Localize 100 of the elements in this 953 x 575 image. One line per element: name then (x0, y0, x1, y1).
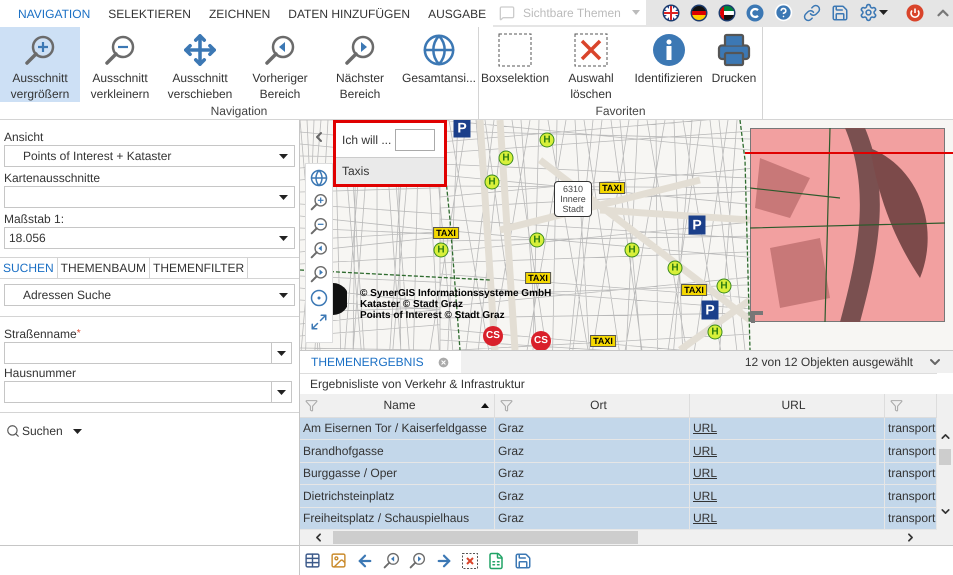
table-cell-text: Graz (498, 420, 524, 438)
ribbon-tab[interactable]: SELEKTIEREN (99, 4, 200, 22)
attribution-text: Points of Interest © Stadt Graz (360, 310, 506, 321)
ribbon-button[interactable]: Auswahl löschen (551, 27, 631, 102)
ribbon-button[interactable]: Boxselektion (479, 27, 551, 102)
table-cell-text: transport (888, 442, 936, 460)
table-row[interactable]: Brandhofgasse Graz URL transport (300, 440, 937, 463)
select-field[interactable]: Points of Interest + Kataster (4, 145, 295, 167)
field-label: Kartenausschnitte (4, 170, 102, 186)
c-logo-icon[interactable] (746, 4, 764, 22)
column-header[interactable]: URL (690, 394, 885, 417)
field-label: Ansicht (4, 129, 44, 145)
table-cell-text: transport (888, 510, 936, 528)
search-button[interactable]: Suchen (6, 422, 63, 440)
settings-icon (859, 3, 878, 22)
table-cell-text: transport (888, 420, 936, 438)
popup-option[interactable]: Taxis (336, 158, 444, 184)
caret-icon (632, 10, 640, 15)
parking-marker: P (688, 216, 706, 234)
select-field[interactable] (4, 186, 295, 208)
ribbon-button[interactable]: Vorheriger Bereich (240, 27, 320, 102)
zoom-in-icon (310, 193, 328, 211)
caret-icon (277, 390, 286, 394)
table-row[interactable]: Burggasse / Oper Graz URL transport (300, 462, 937, 486)
combo-field[interactable] (4, 381, 292, 403)
german-flag-icon[interactable] (690, 4, 708, 22)
magnifier-right-icon (344, 34, 376, 66)
link-icon[interactable] (803, 4, 821, 22)
table-cell-text: Brandhofgasse (303, 442, 384, 460)
popup-label: Ich will ... (342, 132, 392, 149)
excel-export-icon[interactable] (487, 552, 505, 570)
ribbon-button[interactable]: Drucken (706, 27, 762, 102)
caret-icon (279, 194, 288, 200)
selection-count: 12 von 12 Objekten ausgewählt (744, 354, 913, 371)
district-label: 6310 Innere Stadt (554, 181, 592, 217)
printer-icon (716, 32, 752, 68)
ribbon-button[interactable]: Ausschnitt vergrößern (0, 27, 80, 102)
group-title: Navigation (210, 103, 268, 119)
panel-tab[interactable]: THEMENFILTER (150, 258, 248, 278)
zoom-in-icon (24, 34, 56, 66)
zoom-out-icon (310, 217, 328, 235)
magnifier-left-icon (264, 34, 296, 66)
magnifier-left-icon (383, 552, 400, 569)
ribbon-button[interactable]: Identifizieren (631, 27, 706, 102)
column-header[interactable]: Name (300, 394, 495, 417)
ribbon-button[interactable]: Ausschnitt verschieben (160, 27, 240, 102)
dropdown-caret-icon (72, 428, 82, 434)
caret-icon (277, 350, 286, 356)
url-link[interactable]: URL (693, 509, 718, 528)
arrow-right-icon[interactable] (435, 552, 453, 570)
column-header[interactable]: Ort (495, 394, 690, 417)
table-cell-text: Freiheitsplatz / Schauspielhaus (303, 510, 470, 528)
table-cell-text: Graz (498, 510, 524, 528)
globe-icon[interactable] (310, 169, 328, 187)
ribbon-tab[interactable]: AUSGABE (419, 4, 496, 22)
clear-selection-icon[interactable] (462, 552, 478, 568)
combo-field[interactable] (4, 342, 292, 364)
uk-flag-icon[interactable] (662, 4, 680, 22)
attribution-text: Kataster © Stadt Graz (360, 299, 464, 310)
settings-menu-button[interactable] (859, 3, 888, 22)
field-label: Maßstab 1: (4, 211, 66, 227)
help-icon[interactable] (774, 3, 793, 22)
power-icon[interactable] (906, 4, 924, 22)
input-field[interactable] (395, 129, 436, 151)
select-field[interactable]: 18.056 (4, 227, 295, 249)
ribbon-button[interactable]: Ausschnitt verkleinern (80, 27, 160, 102)
caret-icon (279, 154, 288, 158)
scrollbar-thumb[interactable] (939, 449, 951, 465)
url-link[interactable]: URL (693, 442, 718, 460)
scrollbar-thumb[interactable] (333, 531, 638, 544)
locate-icon[interactable] (310, 289, 328, 307)
table-row[interactable]: Freiheitsplatz / Schauspielhaus Graz URL transport (300, 508, 937, 530)
field-label: Hausnummer (4, 365, 76, 381)
url-link[interactable]: URL (693, 464, 718, 482)
ribbon-tab[interactable]: NAVIGATION (9, 4, 100, 22)
expand-icon[interactable] (310, 313, 328, 331)
horizontal-scrollbar[interactable] (300, 530, 937, 545)
taxi-marker: TAXI (525, 272, 551, 284)
vertical-scrollbar[interactable] (937, 394, 953, 545)
save-icon[interactable] (514, 552, 532, 570)
ribbon-button[interactable]: Gesamtansi... (400, 27, 478, 102)
caret-icon (879, 10, 888, 15)
save-icon[interactable] (831, 4, 849, 22)
url-link[interactable]: URL (693, 486, 718, 505)
results-subtitle: Ergebnisliste von Verkehr & Infrastruktur (309, 376, 526, 393)
url-link[interactable]: URL (693, 419, 718, 438)
parking-marker: P (454, 120, 470, 138)
table-cell-text: Graz (498, 442, 524, 460)
table-row[interactable]: Dietrichsteinplatz Graz URL transport (300, 485, 937, 508)
comment-icon (499, 4, 515, 20)
move-arrows-icon (183, 33, 217, 67)
info-icon (652, 33, 686, 67)
panel-tab[interactable]: THEMENBAUM (58, 258, 150, 278)
ribbon-tab[interactable]: DATEN HINZUFÜGEN (279, 4, 420, 22)
table-row[interactable]: Am Eisernen Tor / Kaiserfeldgasse Graz URL transport (300, 418, 937, 440)
zoom-out-icon (104, 34, 136, 66)
select-field[interactable]: Adressen Suche (4, 284, 295, 306)
ribbon-tab[interactable]: ZEICHNEN (200, 4, 280, 22)
ribbon-button[interactable]: Nächster Bereich (320, 27, 400, 102)
emirates-flag-icon[interactable] (718, 4, 736, 22)
